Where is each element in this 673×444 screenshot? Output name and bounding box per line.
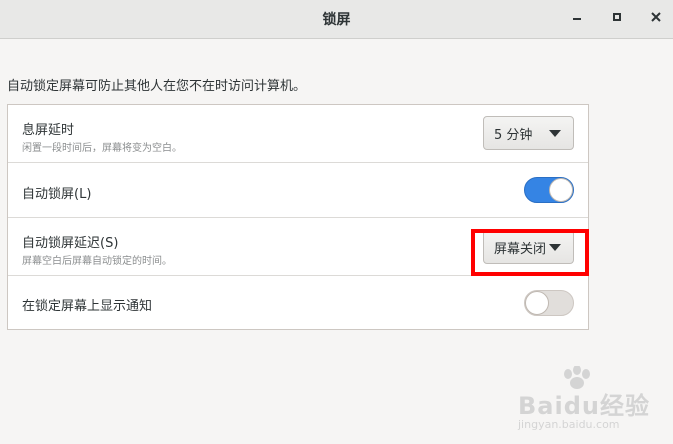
maximize-button[interactable] (606, 6, 628, 28)
row-blank-screen-delay: 息屏延时 闲置一段时间后，屏幕将变为空白。 5 分钟 (8, 105, 588, 163)
auto-lock-switch[interactable] (524, 177, 574, 203)
watermark-text: Baidu经验 (518, 392, 650, 420)
switch-knob (549, 178, 573, 202)
row-subtitle: 闲置一段时间后，屏幕将变为空白。 (22, 143, 182, 154)
blank-screen-delay-dropdown[interactable]: 5 分钟 (483, 116, 574, 150)
lock-screen-notifications-switch[interactable] (524, 290, 574, 316)
dropdown-value: 5 分钟 (494, 127, 533, 143)
row-title: 息屏延时 (22, 123, 75, 138)
minimize-icon (573, 18, 581, 20)
watermark-url: jingyan.baidu.com (518, 418, 620, 431)
settings-list: 息屏延时 闲置一段时间后，屏幕将变为空白。 5 分钟 自动锁屏(L) 自动锁屏延… (7, 104, 589, 330)
row-title: 自动锁屏(L) (22, 187, 92, 202)
highlight-box (471, 229, 589, 276)
row-title: 在锁定屏幕上显示通知 (22, 299, 153, 314)
switch-knob (525, 291, 549, 315)
title-bar: 锁屏 (0, 0, 673, 39)
close-button[interactable] (645, 6, 667, 28)
page-description: 自动锁定屏幕可防止其他人在您不在时访问计算机。 (7, 79, 307, 94)
row-auto-lock: 自动锁屏(L) (8, 163, 588, 218)
row-title: 自动锁屏延迟(S) (22, 236, 119, 251)
close-icon (651, 12, 661, 22)
row-subtitle: 屏幕空白后屏幕自动锁定的时间。 (22, 256, 172, 267)
row-lock-screen-notifications: 在锁定屏幕上显示通知 (8, 276, 588, 331)
chevron-down-icon (549, 130, 561, 137)
watermark: Baidu经验 jingyan.baidu.com (512, 366, 662, 436)
minimize-button[interactable] (566, 6, 588, 28)
maximize-icon (613, 13, 621, 21)
